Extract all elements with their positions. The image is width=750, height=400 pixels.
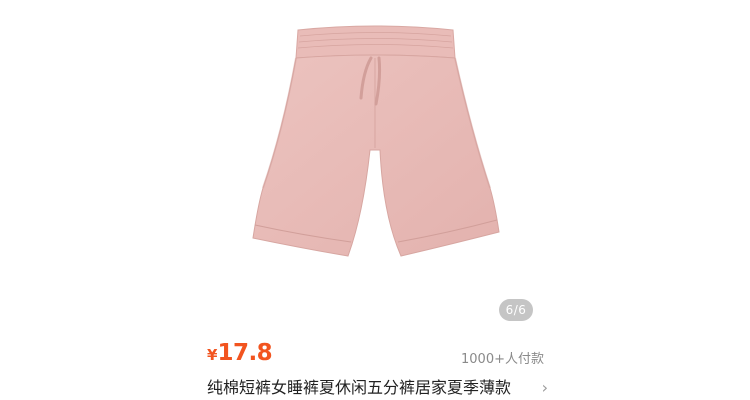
currency-symbol: ¥ [207,346,218,364]
product-card[interactable]: 6/6 ¥17.8 1000+人付款 纯棉短裤女睡裤夏休闲五分裤居家夏季薄款 › [203,0,548,400]
image-page-indicator: 6/6 [499,299,533,321]
chevron-right-icon[interactable]: › [542,376,548,400]
product-title-row[interactable]: 纯棉短裤女睡裤夏休闲五分裤居家夏季薄款 › [207,376,548,400]
product-title[interactable]: 纯棉短裤女睡裤夏休闲五分裤居家夏季薄款 [207,376,533,400]
sales-count: 1000+人付款 [461,352,544,367]
product-gallery[interactable]: 6/6 [203,0,548,333]
price-amount: 17.8 [217,340,273,366]
screen: 6/6 ¥17.8 1000+人付款 纯棉短裤女睡裤夏休闲五分裤居家夏季薄款 › [0,0,750,400]
product-image[interactable] [203,0,548,333]
price-row: ¥17.8 1000+人付款 [203,338,548,374]
title-fade [507,376,537,400]
price: ¥17.8 [207,340,273,366]
